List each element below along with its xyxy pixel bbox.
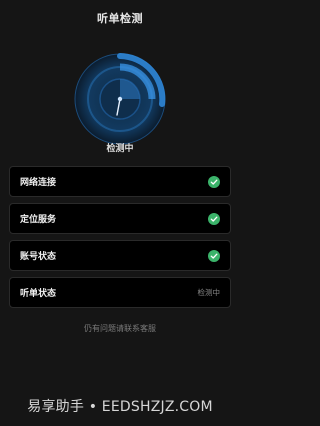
check-row-label: 听单状态 — [20, 289, 57, 299]
check-circle-icon — [208, 175, 220, 188]
check-row-label: 网络连接 — [20, 178, 57, 188]
check-row-location[interactable]: 定位服务 — [9, 203, 231, 234]
check-circle-icon — [208, 212, 220, 225]
check-list: 网络连接 定位服务 账号状态 听单状态 检测中 — [9, 166, 231, 314]
page-title: 听单检测 — [97, 12, 143, 25]
check-row-label: 定位服务 — [20, 215, 57, 225]
check-row-account[interactable]: 账号状态 — [9, 240, 231, 271]
check-row-network[interactable]: 网络连接 — [9, 166, 231, 197]
check-row-order-listening[interactable]: 听单状态 检测中 — [9, 277, 231, 308]
watermark: 易享助手 • EEDSHZJZ.COM — [27, 399, 213, 415]
scan-status-text: 检测中 — [106, 144, 134, 154]
check-row-status: 检测中 — [197, 288, 221, 297]
radar-scan-icon — [74, 53, 166, 145]
detection-screen: 听单检测 检测中 网络连接 定位服务 账号状态 听单状态 检测中 仍有问题请联系… — [0, 0, 240, 426]
check-row-label: 账号状态 — [20, 252, 57, 262]
check-circle-icon — [208, 249, 220, 262]
contact-support-link[interactable]: 仍有问题请联系客服 — [0, 323, 240, 334]
